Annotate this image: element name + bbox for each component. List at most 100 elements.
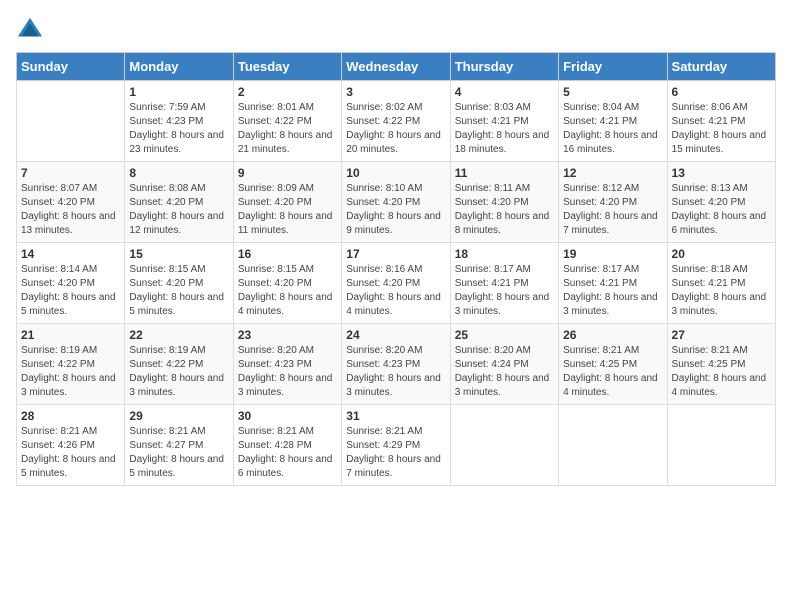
day-cell [17,81,125,162]
day-cell: 29Sunrise: 8:21 AMSunset: 4:27 PMDayligh… [125,405,233,486]
week-row-4: 21 Sunrise: 8:19 AMSunset: 4:22 PMDayligh… [17,324,776,405]
day-info: Sunrise: 8:21 AMSunset: 4:28 PMDaylight:… [238,425,337,481]
day-number: 26 [563,328,662,342]
day-number: 14 [21,247,120,261]
page-header [16,16,776,44]
logo-icon [16,16,44,44]
day-number: 9 [238,166,337,180]
day-cell: 17 Sunrise: 8:16 AMSunset: 4:20 PMDayligh… [342,243,450,324]
day-number: 18 [455,247,554,261]
week-row-2: 7 Sunrise: 8:07 AMSunset: 4:20 PMDaylight… [17,162,776,243]
day-info: Sunrise: 8:21 AMSunset: 4:25 PMDaylight:… [672,344,771,400]
day-info: Sunrise: 8:17 AMSunset: 4:21 PMDaylight:… [563,263,662,319]
header-thursday: Thursday [450,53,558,81]
day-info: Sunrise: 8:16 AMSunset: 4:20 PMDaylight:… [346,263,445,319]
day-cell: 14 Sunrise: 8:14 AMSunset: 4:20 PMDayligh… [17,243,125,324]
day-cell: 9 Sunrise: 8:09 AMSunset: 4:20 PMDaylight… [233,162,341,243]
day-cell: 16 Sunrise: 8:15 AMSunset: 4:20 PMDayligh… [233,243,341,324]
day-number: 7 [21,166,120,180]
header-sunday: Sunday [17,53,125,81]
day-cell: 28 Sunrise: 8:21 AMSunset: 4:26 PMDayligh… [17,405,125,486]
day-cell: 23 Sunrise: 8:20 AMSunset: 4:23 PMDayligh… [233,324,341,405]
day-number: 30 [238,409,337,423]
day-number: 16 [238,247,337,261]
day-info: Sunrise: 8:15 AMSunset: 4:20 PMDaylight:… [129,263,228,319]
day-info: Sunrise: 8:08 AMSunset: 4:20 PMDaylight:… [129,182,228,238]
calendar-table: SundayMondayTuesdayWednesdayThursdayFrid… [16,52,776,486]
day-number: 5 [563,85,662,99]
day-number: 20 [672,247,771,261]
day-info: Sunrise: 8:04 AMSunset: 4:21 PMDaylight:… [563,101,662,157]
day-info: Sunrise: 8:18 AMSunset: 4:21 PMDaylight:… [672,263,771,319]
day-info: Sunrise: 8:21 AMSunset: 4:27 PMDaylight:… [129,425,228,481]
header-tuesday: Tuesday [233,53,341,81]
day-info: Sunrise: 8:20 AMSunset: 4:23 PMDaylight:… [238,344,337,400]
header-friday: Friday [559,53,667,81]
day-number: 12 [563,166,662,180]
day-cell: 8Sunrise: 8:08 AMSunset: 4:20 PMDaylight… [125,162,233,243]
day-number: 4 [455,85,554,99]
day-info: Sunrise: 8:20 AMSunset: 4:23 PMDaylight:… [346,344,445,400]
day-info: Sunrise: 8:13 AMSunset: 4:20 PMDaylight:… [672,182,771,238]
day-cell: 25 Sunrise: 8:20 AMSunset: 4:24 PMDayligh… [450,324,558,405]
day-cell: 11 Sunrise: 8:11 AMSunset: 4:20 PMDayligh… [450,162,558,243]
day-info: Sunrise: 8:15 AMSunset: 4:20 PMDaylight:… [238,263,337,319]
day-number: 17 [346,247,445,261]
day-number: 15 [129,247,228,261]
day-info: Sunrise: 8:11 AMSunset: 4:20 PMDaylight:… [455,182,554,238]
day-info: Sunrise: 8:09 AMSunset: 4:20 PMDaylight:… [238,182,337,238]
day-cell: 27 Sunrise: 8:21 AMSunset: 4:25 PMDayligh… [667,324,775,405]
day-number: 24 [346,328,445,342]
day-cell: 5 Sunrise: 8:04 AMSunset: 4:21 PMDaylight… [559,81,667,162]
day-number: 23 [238,328,337,342]
day-cell: 22Sunrise: 8:19 AMSunset: 4:22 PMDayligh… [125,324,233,405]
day-info: Sunrise: 8:20 AMSunset: 4:24 PMDaylight:… [455,344,554,400]
day-number: 28 [21,409,120,423]
day-cell [450,405,558,486]
day-number: 3 [346,85,445,99]
day-cell: 7 Sunrise: 8:07 AMSunset: 4:20 PMDaylight… [17,162,125,243]
header-wednesday: Wednesday [342,53,450,81]
day-info: Sunrise: 8:14 AMSunset: 4:20 PMDaylight:… [21,263,120,319]
day-info: Sunrise: 8:21 AMSunset: 4:26 PMDaylight:… [21,425,120,481]
week-row-1: 1Sunrise: 7:59 AMSunset: 4:23 PMDaylight… [17,81,776,162]
day-info: Sunrise: 8:01 AMSunset: 4:22 PMDaylight:… [238,101,337,157]
day-number: 6 [672,85,771,99]
day-cell: 1Sunrise: 7:59 AMSunset: 4:23 PMDaylight… [125,81,233,162]
day-cell: 4Sunrise: 8:03 AMSunset: 4:21 PMDaylight… [450,81,558,162]
day-info: Sunrise: 8:17 AMSunset: 4:21 PMDaylight:… [455,263,554,319]
header-monday: Monday [125,53,233,81]
day-number: 19 [563,247,662,261]
day-info: Sunrise: 8:21 AMSunset: 4:25 PMDaylight:… [563,344,662,400]
header-saturday: Saturday [667,53,775,81]
day-number: 1 [129,85,228,99]
day-info: Sunrise: 8:21 AMSunset: 4:29 PMDaylight:… [346,425,445,481]
day-info: Sunrise: 8:10 AMSunset: 4:20 PMDaylight:… [346,182,445,238]
day-number: 2 [238,85,337,99]
calendar-header-row: SundayMondayTuesdayWednesdayThursdayFrid… [17,53,776,81]
day-cell: 13 Sunrise: 8:13 AMSunset: 4:20 PMDayligh… [667,162,775,243]
week-row-5: 28 Sunrise: 8:21 AMSunset: 4:26 PMDayligh… [17,405,776,486]
day-cell: 24 Sunrise: 8:20 AMSunset: 4:23 PMDayligh… [342,324,450,405]
day-cell: 15 Sunrise: 8:15 AMSunset: 4:20 PMDayligh… [125,243,233,324]
day-number: 13 [672,166,771,180]
day-info: Sunrise: 8:12 AMSunset: 4:20 PMDaylight:… [563,182,662,238]
day-cell: 12 Sunrise: 8:12 AMSunset: 4:20 PMDayligh… [559,162,667,243]
day-info: Sunrise: 8:02 AMSunset: 4:22 PMDaylight:… [346,101,445,157]
day-number: 11 [455,166,554,180]
day-number: 27 [672,328,771,342]
day-cell: 20 Sunrise: 8:18 AMSunset: 4:21 PMDayligh… [667,243,775,324]
day-number: 31 [346,409,445,423]
day-cell [559,405,667,486]
day-info: Sunrise: 8:19 AMSunset: 4:22 PMDaylight:… [129,344,228,400]
day-info: Sunrise: 8:07 AMSunset: 4:20 PMDaylight:… [21,182,120,238]
day-cell: 6Sunrise: 8:06 AMSunset: 4:21 PMDaylight… [667,81,775,162]
day-cell [667,405,775,486]
day-cell: 26 Sunrise: 8:21 AMSunset: 4:25 PMDayligh… [559,324,667,405]
day-cell: 31 Sunrise: 8:21 AMSunset: 4:29 PMDayligh… [342,405,450,486]
day-info: Sunrise: 8:19 AMSunset: 4:22 PMDaylight:… [21,344,120,400]
day-number: 21 [21,328,120,342]
week-row-3: 14 Sunrise: 8:14 AMSunset: 4:20 PMDayligh… [17,243,776,324]
logo [16,16,48,44]
day-number: 25 [455,328,554,342]
